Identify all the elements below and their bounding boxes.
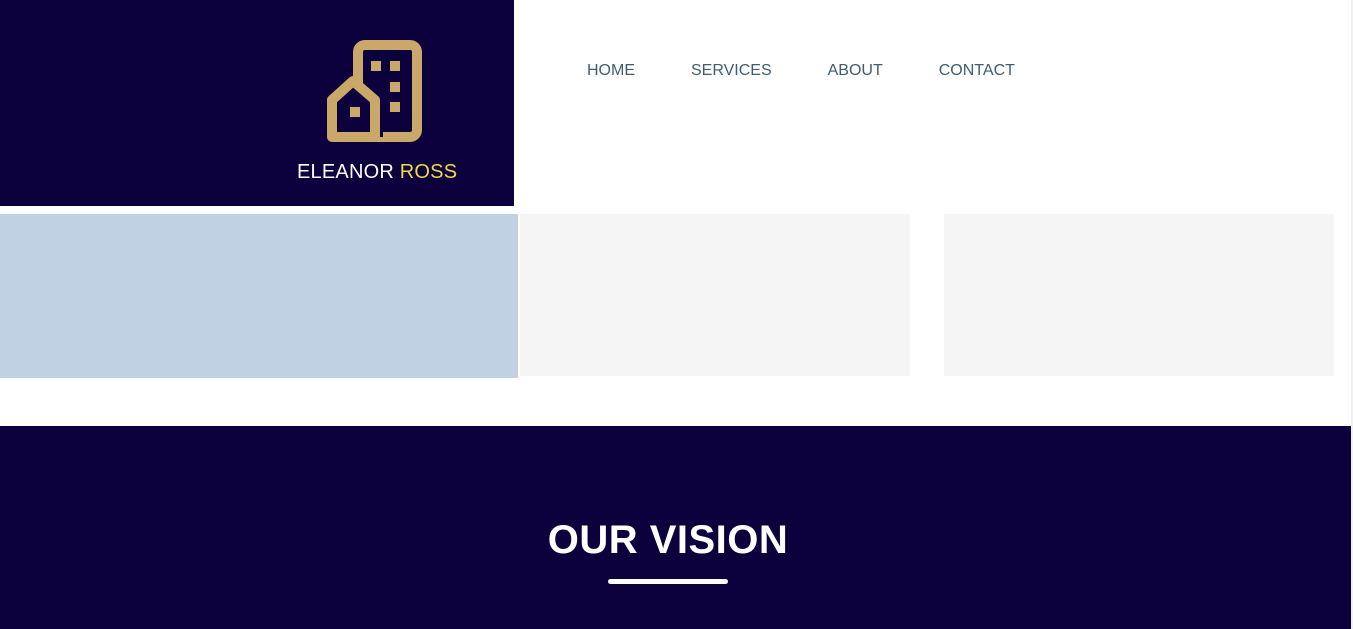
- nav-contact-link[interactable]: CONTACT: [939, 62, 1015, 80]
- vision-title: OUR VISION: [547, 518, 789, 562]
- feature-panel-primary: [0, 214, 518, 378]
- brand-header: ELEANOR ROSS: [0, 0, 514, 206]
- brand-name-last: ROSS: [399, 161, 458, 183]
- vision-section: OUR VISION: [0, 426, 1351, 629]
- feature-panel-tertiary: [944, 214, 1334, 376]
- brand-name[interactable]: ELEANOR ROSS: [297, 161, 457, 184]
- building-icon[interactable]: [325, 40, 422, 142]
- brand-name-first: ELEANOR: [297, 161, 394, 183]
- vision-title-underline: [608, 579, 728, 584]
- main-nav: HOME SERVICES ABOUT CONTACT: [587, 62, 1015, 80]
- nav-about-link[interactable]: ABOUT: [828, 62, 883, 80]
- nav-services-link[interactable]: SERVICES: [691, 62, 772, 80]
- nav-home-link[interactable]: HOME: [587, 62, 635, 80]
- feature-panel-secondary: [520, 214, 910, 376]
- page: ELEANOR ROSS HOME SERVICES ABOUT CONTACT…: [0, 0, 1353, 629]
